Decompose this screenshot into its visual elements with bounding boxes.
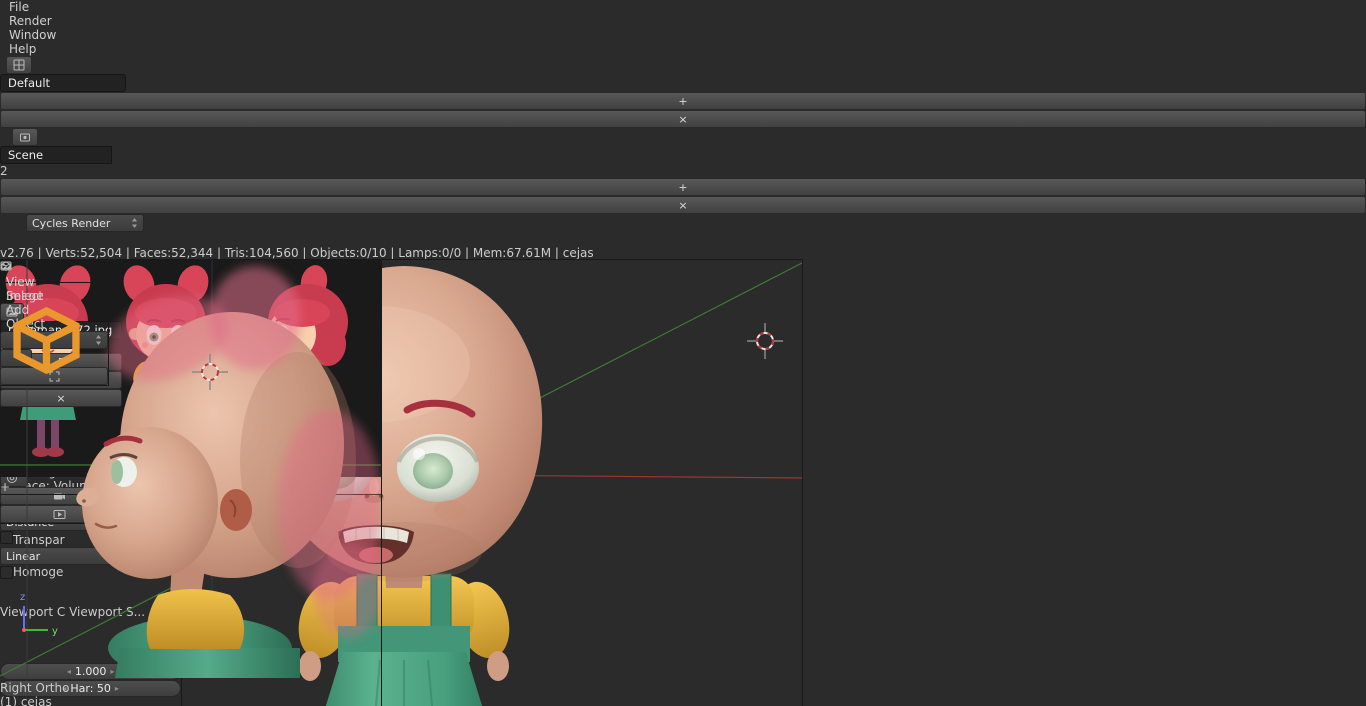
scene-browse-button[interactable] [12,128,38,146]
info-header: File Render Window Help Default + × Scen… [0,0,1366,260]
view-menu[interactable]: View [0,275,108,289]
screen-layout-field[interactable]: Default [0,74,126,92]
screen-browse-button[interactable] [6,56,32,74]
screen-add-button[interactable]: + [0,92,1366,110]
scene-users-button[interactable]: 2 [0,164,1366,178]
menu-file[interactable]: File [0,0,1366,14]
screen-delete-button[interactable]: × [0,110,1366,128]
screen-layout-icon [13,59,25,71]
scene-name-field[interactable]: Scene [0,146,112,164]
editor-type-3dview-button[interactable] [0,260,108,275]
engine-select[interactable]: Cycles Render [26,214,144,232]
viewport-3d-right-header: View Select Add Object Object Mode [0,259,109,386]
menu-window[interactable]: Window [0,28,1366,42]
axis-z-label: z [20,592,25,603]
scene-icon [20,133,30,142]
expand-icon [49,371,59,381]
updown-arrows-icon [132,218,137,228]
mode-select[interactable]: Object Mode [0,306,108,374]
3d-cursor[interactable] [747,323,783,359]
object-mode-icon [13,306,80,374]
menu-render[interactable]: Render [0,14,1366,28]
scene-add-button[interactable]: + [0,178,1366,196]
scene-delete-button[interactable]: × [0,196,1366,214]
updown-arrows-icon [96,335,101,345]
viewport-view-label: Right Ortho [0,681,70,695]
stats-text: v2.76 | Verts:52,504 | Faces:52,344 | Tr… [0,246,594,260]
mini-axis-gizmo: y z [20,592,58,637]
3dview-icon [1,261,11,272]
blender-window: File Render Window Help Default + × Scen… [0,0,1366,706]
axis-y-label: y [52,626,58,637]
menu-help[interactable]: Help [0,42,1366,56]
active-object-label: (1) cejas [0,695,52,706]
